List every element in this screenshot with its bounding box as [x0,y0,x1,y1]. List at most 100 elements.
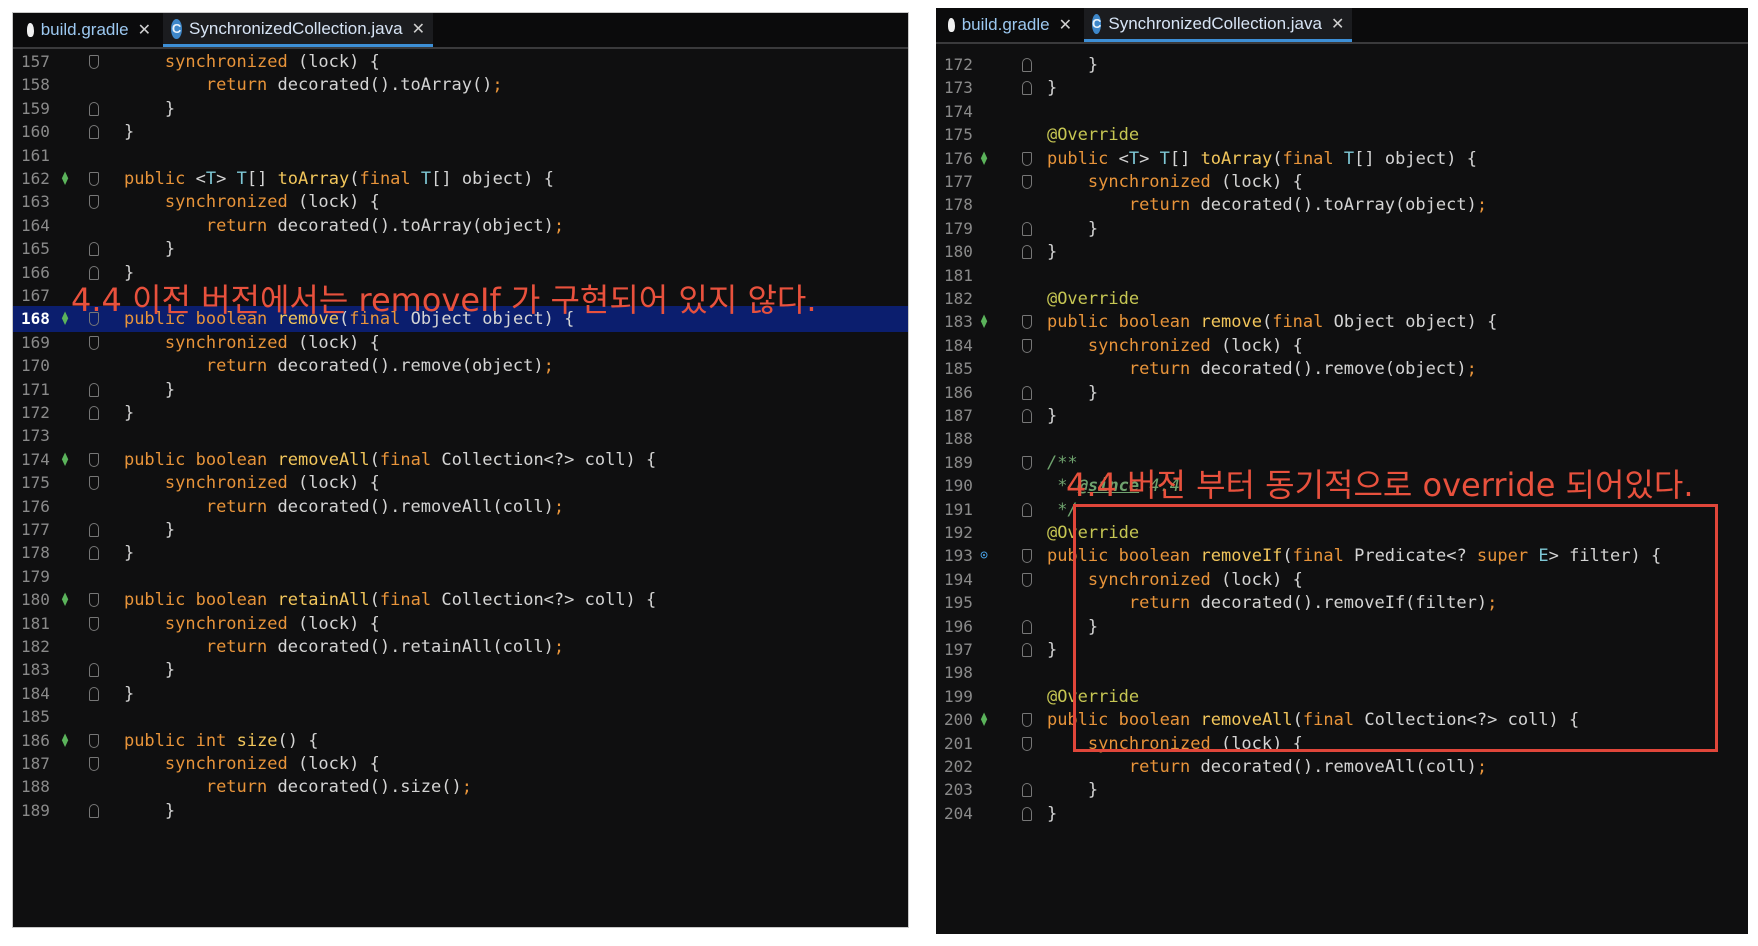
line-number[interactable]: 195 [944,590,988,616]
line-number[interactable]: 158 [21,72,65,98]
implements-marker-icon[interactable]: ⧫ [976,309,992,335]
code-line[interactable]: 174 [936,99,1748,125]
line-number[interactable]: 166 [21,260,65,286]
tab-build-gradle[interactable]: build.gradle ✕ [19,13,159,47]
line-number[interactable]: 187 [21,751,65,777]
code-line[interactable]: 177 } [13,517,908,543]
code-line[interactable]: 186 ⧫ public int size() { [13,728,908,754]
code-line[interactable]: 169 synchronized (lock) { [13,330,908,356]
implements-marker-icon[interactable]: ⧫ [976,146,992,172]
line-number[interactable]: 187 [944,403,988,429]
line-number[interactable]: 167 [21,283,65,309]
line-number[interactable]: 179 [944,216,988,242]
line-number[interactable]: 160 [21,119,65,145]
code-line[interactable]: 171 } [13,377,908,403]
code-line[interactable]: 165 } [13,236,908,262]
code-line[interactable]: 182 @Override [936,286,1748,312]
code-line[interactable]: 179 [13,564,908,590]
code-line[interactable]: 185 return decorated().remove(object); [936,356,1748,382]
code-line[interactable]: 176 ⧫ public <T> T[] toArray(final T[] ob… [936,146,1748,172]
code-line[interactable]: 182 return decorated().retainAll(coll); [13,634,908,660]
code-line[interactable]: 170 return decorated().remove(object); [13,353,908,379]
code-line[interactable]: 176 return decorated().removeAll(coll); [13,494,908,520]
line-number[interactable]: 165 [21,236,65,262]
line-number[interactable]: 185 [21,704,65,730]
code-line[interactable]: 186 } [936,380,1748,406]
code-line[interactable]: 162 ⧫ public <T> T[] toArray(final T[] ob… [13,166,908,192]
line-number[interactable]: 175 [21,470,65,496]
code-line[interactable]: 160 } [13,119,908,145]
implements-marker-icon[interactable]: ⧫ [57,166,73,192]
line-number[interactable]: 197 [944,637,988,663]
line-number[interactable]: 189 [944,450,988,476]
line-number[interactable]: 180 [944,239,988,265]
code-line[interactable]: 183 } [13,657,908,683]
code-line[interactable]: 177 synchronized (lock) { [936,169,1748,195]
code-line[interactable]: 189 } [13,798,908,824]
line-number[interactable]: 194 [944,567,988,593]
line-number[interactable]: 171 [21,377,65,403]
line-number[interactable]: 179 [21,564,65,590]
line-number[interactable]: 177 [21,517,65,543]
code-line[interactable]: 202 return decorated().removeAll(coll); [936,754,1748,780]
line-number[interactable]: 182 [21,634,65,660]
line-number[interactable]: 172 [21,400,65,426]
line-number[interactable]: 170 [21,353,65,379]
code-line[interactable]: 180 ⧫ public boolean retainAll(final Coll… [13,587,908,613]
code-line[interactable]: 173 } [936,75,1748,101]
code-line[interactable]: 204 } [936,801,1748,827]
line-number[interactable]: 181 [944,263,988,289]
code-line[interactable]: 172 } [936,52,1748,78]
tab-synchronized-collection[interactable]: C SynchronizedCollection.java ✕ [163,13,433,47]
line-number[interactable]: 189 [21,798,65,824]
code-line[interactable]: 174 ⧫ public boolean removeAll(final Coll… [13,447,908,473]
code-line[interactable]: 175 @Override [936,122,1748,148]
line-number[interactable]: 184 [944,333,988,359]
line-number[interactable]: 159 [21,96,65,122]
line-number[interactable]: 177 [944,169,988,195]
code-line[interactable]: 157 synchronized (lock) { [13,49,908,75]
line-number[interactable]: 203 [944,777,988,803]
line-number[interactable]: 181 [21,611,65,637]
code-line[interactable]: 183 ⧫ public boolean remove(final Object … [936,309,1748,335]
line-number[interactable]: 172 [944,52,988,78]
line-number[interactable]: 161 [21,143,65,169]
tab-build-gradle[interactable]: build.gradle ✕ [940,8,1080,42]
code-line[interactable]: 175 synchronized (lock) { [13,470,908,496]
code-line[interactable]: 188 [936,426,1748,452]
line-number[interactable]: 174 [944,99,988,125]
line-number[interactable]: 188 [21,774,65,800]
line-number[interactable]: 175 [944,122,988,148]
line-number[interactable]: 178 [944,192,988,218]
line-number[interactable]: 192 [944,520,988,546]
line-number[interactable]: 201 [944,731,988,757]
code-line[interactable]: 184 synchronized (lock) { [936,333,1748,359]
close-icon[interactable]: ✕ [138,20,151,40]
line-number[interactable]: 202 [944,754,988,780]
line-number[interactable]: 183 [21,657,65,683]
line-number[interactable]: 184 [21,681,65,707]
code-line[interactable]: 180 } [936,239,1748,265]
code-line[interactable]: 187 synchronized (lock) { [13,751,908,777]
line-number[interactable]: 188 [944,426,988,452]
line-number[interactable]: 196 [944,614,988,640]
line-number[interactable]: 173 [944,75,988,101]
line-number[interactable]: 163 [21,189,65,215]
close-icon[interactable]: ✕ [412,19,425,39]
line-number[interactable]: 198 [944,660,988,686]
code-line[interactable]: 164 return decorated().toArray(object); [13,213,908,239]
code-line[interactable]: 178 return decorated().toArray(object); [936,192,1748,218]
line-number[interactable]: 157 [21,49,65,75]
line-number[interactable]: 169 [21,330,65,356]
override-marker-icon[interactable]: ⊙ [976,543,992,569]
code-line[interactable]: 163 synchronized (lock) { [13,189,908,215]
implements-marker-icon[interactable]: ⧫ [57,728,73,754]
implements-marker-icon[interactable]: ⧫ [57,447,73,473]
code-line[interactable]: 158 return decorated().toArray(); [13,72,908,98]
tab-synchronized-collection[interactable]: C SynchronizedCollection.java ✕ [1084,8,1352,42]
code-line[interactable]: 187 } [936,403,1748,429]
line-number[interactable]: 178 [21,540,65,566]
code-line[interactable]: 178 } [13,540,908,566]
line-number[interactable]: 204 [944,801,988,827]
code-line[interactable]: 184 } [13,681,908,707]
